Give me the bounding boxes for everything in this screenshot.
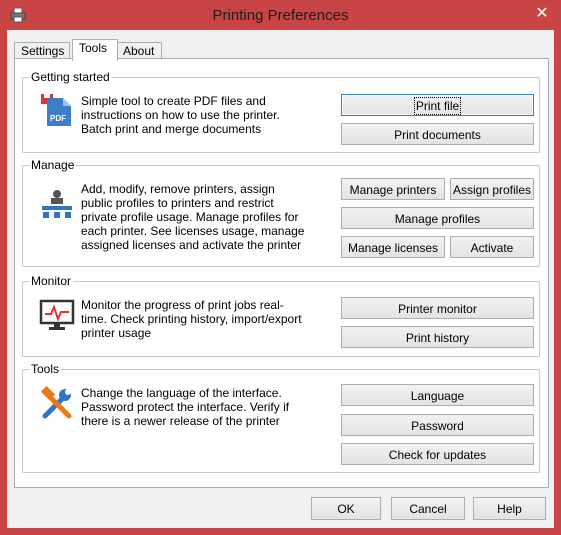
- group-title: Tools: [29, 362, 62, 376]
- printing-preferences-window: Printing Preferences ✕ Settings Tools Ab…: [0, 0, 561, 535]
- print-file-button[interactable]: Print file: [341, 94, 534, 116]
- manage-profiles-button[interactable]: Manage profiles: [341, 207, 534, 229]
- manage-licenses-button[interactable]: Manage licenses: [341, 236, 445, 258]
- group-title: Manage: [29, 158, 77, 172]
- title-bar[interactable]: Printing Preferences ✕: [0, 0, 561, 30]
- pdf-file-icon: PDF: [41, 94, 71, 126]
- group-description: Change the language of the interface. Pa…: [81, 386, 290, 428]
- group-description: Monitor the progress of print jobs real-…: [81, 298, 302, 340]
- group-monitor: Monitor Monitor the progress of print jo…: [22, 274, 540, 357]
- window-title: Printing Preferences: [212, 7, 349, 24]
- network-tree-icon: [42, 190, 72, 218]
- group-tools: Tools Change the language of the interfa…: [22, 362, 540, 473]
- svg-text:PDF: PDF: [50, 114, 66, 123]
- check-for-updates-button[interactable]: Check for updates: [341, 443, 534, 465]
- monitor-chart-icon: [39, 299, 75, 330]
- ok-button[interactable]: OK: [311, 497, 381, 520]
- help-button[interactable]: Help: [473, 497, 546, 520]
- group-manage: Manage Add, modify, remove printers, ass…: [22, 158, 540, 267]
- password-button[interactable]: Password: [341, 414, 534, 436]
- cancel-button[interactable]: Cancel: [391, 497, 465, 520]
- language-button[interactable]: Language: [341, 384, 534, 406]
- wrench-hammer-icon: [40, 386, 72, 419]
- group-description: Add, modify, remove printers, assign pub…: [81, 182, 305, 252]
- group-title: Monitor: [29, 274, 74, 288]
- activate-button[interactable]: Activate: [450, 236, 534, 258]
- manage-printers-button[interactable]: Manage printers: [341, 178, 445, 200]
- dialog-client-area: Settings Tools About Getting started PDF…: [7, 30, 554, 528]
- tools-tab-panel: Getting started PDF Simple tool to creat…: [14, 58, 549, 488]
- assign-profiles-button[interactable]: Assign profiles: [450, 178, 534, 200]
- group-description: Simple tool to create PDF files and inst…: [81, 94, 280, 136]
- group-title: Getting started: [29, 70, 112, 84]
- close-button[interactable]: ✕: [531, 4, 553, 24]
- button-label: Print file: [413, 97, 462, 115]
- tab-tools[interactable]: Tools: [72, 39, 118, 61]
- print-history-button[interactable]: Print history: [341, 326, 534, 348]
- group-getting-started: Getting started PDF Simple tool to creat…: [22, 70, 540, 153]
- print-documents-button[interactable]: Print documents: [341, 123, 534, 145]
- printer-monitor-button[interactable]: Printer monitor: [341, 297, 534, 319]
